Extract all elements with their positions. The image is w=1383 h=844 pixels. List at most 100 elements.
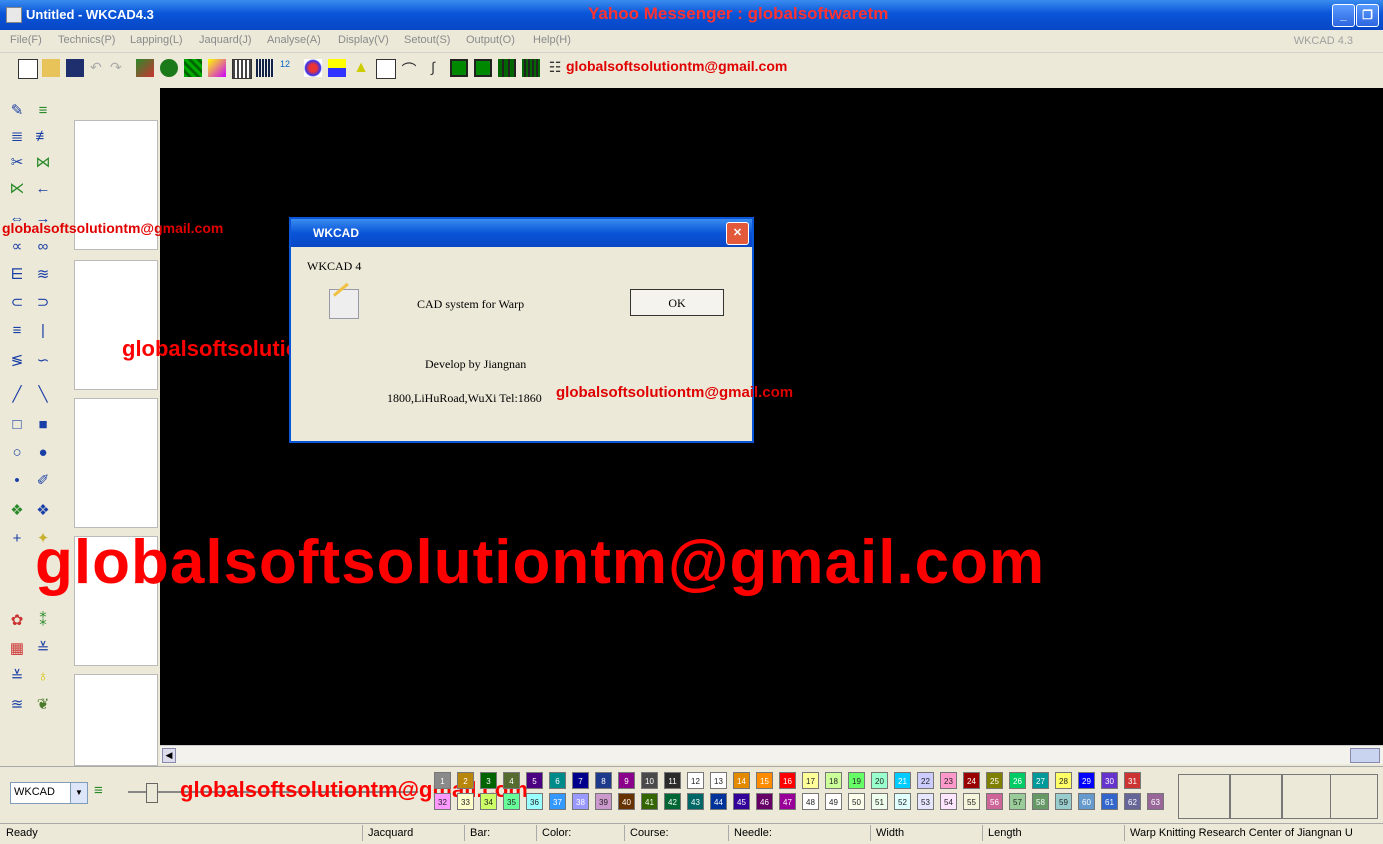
warning-icon[interactable]: ▲ — [352, 59, 370, 77]
palette-swatch-9[interactable]: 9 — [618, 772, 635, 789]
numbering-icon[interactable]: 12 — [280, 59, 298, 77]
palette-swatch-51[interactable]: 51 — [871, 793, 888, 810]
infinity-icon[interactable]: ∞ — [34, 238, 52, 256]
palette-swatch-58[interactable]: 58 — [1032, 793, 1049, 810]
palette-swatch-2[interactable]: 2 — [457, 772, 474, 789]
open-folder-icon[interactable] — [42, 59, 60, 77]
grid-icon[interactable] — [232, 59, 252, 79]
palette-swatch-4[interactable]: 4 — [503, 772, 520, 789]
lines-icon[interactable]: ≡ — [8, 322, 26, 340]
palette-swatch-50[interactable]: 50 — [848, 793, 865, 810]
palette-swatch-57[interactable]: 57 — [1009, 793, 1026, 810]
preview-box-1[interactable] — [1178, 774, 1230, 819]
palette-swatch-53[interactable]: 53 — [917, 793, 934, 810]
columns-icon[interactable]: ≋ — [34, 266, 52, 284]
stripe-icon-1[interactable] — [498, 59, 516, 77]
scroll-left-button[interactable]: ◀ — [162, 748, 176, 763]
menu-help[interactable]: Help(H) — [533, 34, 571, 46]
rectangle-icon[interactable] — [376, 59, 396, 79]
scissors-icon[interactable]: ✂ — [8, 154, 26, 172]
palette-swatch-20[interactable]: 20 — [871, 772, 888, 789]
palette-swatch-35[interactable]: 35 — [503, 793, 520, 810]
arrow-left-icon[interactable]: ← — [34, 180, 52, 198]
palette-swatch-28[interactable]: 28 — [1055, 772, 1072, 789]
loop-icon[interactable]: ∝ — [8, 238, 26, 256]
brush-icon[interactable] — [208, 59, 226, 77]
palette-swatch-16[interactable]: 16 — [779, 772, 796, 789]
new-file-icon[interactable] — [18, 59, 38, 79]
slider-thumb[interactable] — [146, 783, 158, 803]
ok-button[interactable]: OK — [630, 289, 724, 316]
lapping-icon[interactable] — [136, 59, 154, 77]
leaf-tool-icon[interactable]: ❦ — [34, 696, 52, 714]
palette-swatch-7[interactable]: 7 — [572, 772, 589, 789]
shape-icon[interactable]: ⌒ — [400, 59, 418, 79]
wave-icon[interactable]: ∽ — [34, 352, 52, 370]
lightbulb-icon[interactable]: ♁ — [34, 668, 52, 686]
palette-swatch-61[interactable]: 61 — [1101, 793, 1118, 810]
palette-swatch-56[interactable]: 56 — [986, 793, 1003, 810]
zigzag-icon[interactable]: ≶ — [8, 352, 26, 370]
lapping-tool-icon[interactable]: ≡ — [34, 102, 52, 120]
plus-icon[interactable]: + — [8, 530, 26, 548]
list-icon[interactable]: ☷ — [546, 59, 564, 77]
palette-swatch-5[interactable]: 5 — [526, 772, 543, 789]
thumbnail-5[interactable] — [74, 674, 158, 766]
fill-bucket-icon[interactable]: ❖ — [8, 502, 26, 520]
palette-swatch-33[interactable]: 33 — [457, 793, 474, 810]
palette-swatch-48[interactable]: 48 — [802, 793, 819, 810]
palette-swatch-62[interactable]: 62 — [1124, 793, 1141, 810]
save-icon[interactable] — [66, 59, 84, 77]
fill-icon-1[interactable] — [450, 59, 468, 77]
palette-swatch-10[interactable]: 10 — [641, 772, 658, 789]
table-icon[interactable] — [256, 59, 274, 77]
palette-swatch-37[interactable]: 37 — [549, 793, 566, 810]
palette-swatch-15[interactable]: 15 — [756, 772, 773, 789]
rect-outline-icon[interactable]: □ — [8, 416, 26, 434]
palette-swatch-14[interactable]: 14 — [733, 772, 750, 789]
split-tool-icon[interactable]: ⋈ — [34, 154, 52, 172]
brush-tool-icon[interactable]: ✐ — [34, 472, 52, 490]
palette-swatch-60[interactable]: 60 — [1078, 793, 1095, 810]
palette-swatch-24[interactable]: 24 — [963, 772, 980, 789]
palette-swatch-63[interactable]: 63 — [1147, 793, 1164, 810]
palette-swatch-17[interactable]: 17 — [802, 772, 819, 789]
palette-icon[interactable]: ▦ — [8, 640, 26, 658]
vertical-line-icon[interactable]: | — [34, 322, 52, 340]
palette-swatch-1[interactable]: 1 — [434, 772, 451, 789]
fill-icon-2[interactable] — [474, 59, 492, 77]
palette-swatch-39[interactable]: 39 — [595, 793, 612, 810]
palette-swatch-32[interactable]: 32 — [434, 793, 451, 810]
ellipse-filled-icon[interactable]: ● — [34, 444, 52, 462]
palette-swatch-59[interactable]: 59 — [1055, 793, 1072, 810]
palette-swatch-29[interactable]: 29 — [1078, 772, 1095, 789]
palette-swatch-34[interactable]: 34 — [480, 793, 497, 810]
stack-tool-icon[interactable]: ≣ — [8, 128, 26, 146]
palette-swatch-42[interactable]: 42 — [664, 793, 681, 810]
palette-swatch-18[interactable]: 18 — [825, 772, 842, 789]
combo-dropdown-icon[interactable]: ▼ — [70, 783, 87, 803]
rect-filled-icon[interactable]: ■ — [34, 416, 52, 434]
leaf-icon[interactable] — [160, 59, 178, 77]
palette-swatch-3[interactable]: 3 — [480, 772, 497, 789]
mode-combobox[interactable]: WKCAD ▼ — [10, 782, 88, 804]
curve-icon[interactable]: ∫ — [424, 59, 442, 77]
palette-swatch-27[interactable]: 27 — [1032, 772, 1049, 789]
horizontal-scrollbar[interactable]: ◀ — [160, 745, 1383, 764]
preview-box-4[interactable] — [1330, 774, 1378, 819]
menu-output[interactable]: Output(O) — [466, 34, 515, 46]
palette-swatch-45[interactable]: 45 — [733, 793, 750, 810]
palette-swatch-25[interactable]: 25 — [986, 772, 1003, 789]
comb-tool-icon[interactable]: ≢ — [34, 128, 52, 146]
menu-setout[interactable]: Setout(S) — [404, 34, 450, 46]
palette-swatch-6[interactable]: 6 — [549, 772, 566, 789]
layers-icon[interactable]: ≊ — [8, 696, 26, 714]
preview-box-2[interactable] — [1230, 774, 1282, 819]
palette-swatch-22[interactable]: 22 — [917, 772, 934, 789]
rows-icon[interactable]: ⋿ — [8, 266, 26, 284]
merge-tool-icon[interactable]: ⋉ — [8, 180, 26, 198]
menu-technics[interactable]: Technics(P) — [58, 34, 115, 46]
dot-icon[interactable]: • — [8, 472, 26, 490]
menu-file[interactable]: File(F) — [10, 34, 42, 46]
minimize-button[interactable]: _ — [1332, 4, 1355, 27]
